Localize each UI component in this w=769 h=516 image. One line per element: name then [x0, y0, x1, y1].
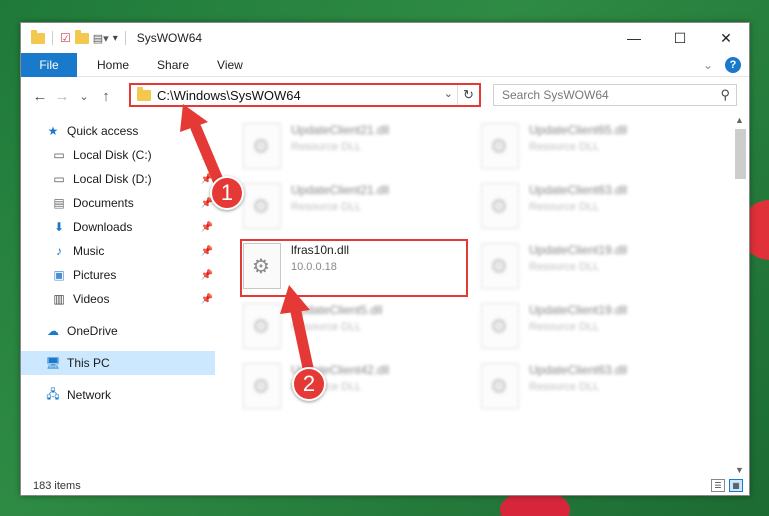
- step-1-callout: 1: [210, 176, 244, 210]
- annotation-arrows: [180, 104, 314, 374]
- step-2-callout: 2: [292, 367, 326, 401]
- arrow-to-address-bar: [190, 122, 226, 191]
- arrow-head-2: [280, 285, 310, 314]
- arrow-to-file: [290, 306, 314, 374]
